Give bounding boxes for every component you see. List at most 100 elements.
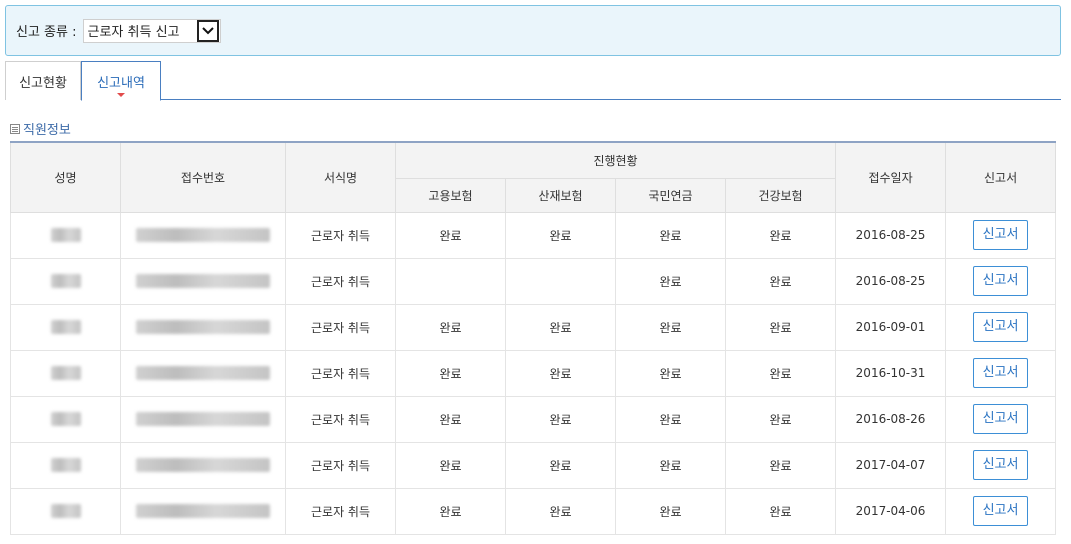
cell-report: 신고서 [945,211,1057,259]
cell-receipt-date: 2017-04-06 [835,487,947,535]
redacted-receipt-no [136,366,270,381]
list-icon [10,123,20,134]
cell-name [10,303,121,351]
cell-report: 신고서 [945,395,1057,443]
table-row: 근로자 취득 완료 완료 2016-08-25 신고서 [10,257,1057,305]
cell-report: 신고서 [945,349,1057,397]
report-button[interactable]: 신고서 [973,358,1029,388]
tab-label: 신고현황 [19,75,67,91]
cell-receipt-date: 2016-08-25 [835,211,947,259]
table-row: 근로자 취득 완료 완료 완료 완료 2016-10-31 신고서 [10,349,1057,397]
cell-form-name: 근로자 취득 [285,349,396,397]
cell-receipt-no [120,395,286,443]
cell-pension: 완료 [615,257,726,305]
header-health-insurance: 건강보험 [724,177,837,213]
cell-receipt-no [120,487,286,535]
cell-name [10,395,121,443]
report-button[interactable]: 신고서 [973,450,1029,480]
header-form-name: 서식명 [285,141,396,213]
tab-label: 신고내역 [97,75,145,91]
report-type-value: 근로자 취득 신고 [87,25,180,40]
cell-health: 완료 [724,349,837,397]
cell-report: 신고서 [945,487,1057,535]
section-title: 직원정보 [10,119,71,138]
cell-health: 완료 [724,395,837,443]
report-button[interactable]: 신고서 [973,266,1029,296]
cell-receipt-date: 2017-04-07 [835,441,947,489]
redacted-receipt-no [136,320,270,335]
header-progress: 진행현황 [394,141,837,179]
cell-receipt-no [120,441,286,489]
redacted-name [50,504,81,519]
header-name: 성명 [10,141,121,213]
filter-panel: 신고 종류 : 근로자 취득 신고 [5,5,1061,56]
cell-industrial [505,257,616,305]
cell-report: 신고서 [945,303,1057,351]
cell-receipt-no [120,257,286,305]
report-button[interactable]: 신고서 [973,404,1029,434]
chevron-down-icon[interactable] [196,19,219,42]
cell-pension: 완료 [615,349,726,397]
report-type-select[interactable]: 근로자 취득 신고 [82,18,221,43]
employee-table: 성명 접수번호 서식명 진행현황 접수일자 신고서 고용보험 산재보험 국민연금… [10,141,1057,535]
cell-form-name: 근로자 취득 [285,211,396,259]
cell-receipt-date: 2016-09-01 [835,303,947,351]
table-row: 근로자 취득 완료 완료 완료 완료 2016-08-26 신고서 [10,395,1057,443]
redacted-receipt-no [136,412,270,427]
cell-industrial: 완료 [505,395,616,443]
redacted-name [50,458,81,473]
cell-receipt-date: 2016-08-25 [835,257,947,305]
report-button[interactable]: 신고서 [973,312,1029,342]
cell-industrial: 완료 [505,487,616,535]
cell-employment: 완료 [395,395,506,443]
cell-receipt-no [120,211,286,259]
cell-name [10,441,121,489]
cell-health: 완료 [724,211,837,259]
cell-pension: 완료 [615,395,726,443]
cell-employment: 완료 [395,211,506,259]
redacted-name [50,320,81,335]
cell-form-name: 근로자 취득 [285,257,396,305]
cell-employment: 완료 [395,349,506,397]
redacted-name [50,412,81,427]
table-row: 근로자 취득 완료 완료 완료 완료 2017-04-07 신고서 [10,441,1057,489]
redacted-receipt-no [136,504,270,519]
cell-pension: 완료 [615,211,726,259]
cell-form-name: 근로자 취득 [285,395,396,443]
header-report: 신고서 [945,141,1057,213]
cell-industrial: 완료 [505,441,616,489]
cell-pension: 완료 [615,441,726,489]
cell-health: 완료 [724,303,837,351]
redacted-name [50,228,81,243]
cell-report: 신고서 [945,441,1057,489]
report-button[interactable]: 신고서 [973,496,1029,526]
header-national-pension: 국민연금 [615,177,726,213]
cell-receipt-no [120,349,286,397]
redacted-name [50,366,81,381]
tab-report-status[interactable]: 신고현황 [5,61,81,100]
cell-health: 완료 [724,487,837,535]
cell-name [10,487,121,535]
cell-pension: 완료 [615,303,726,351]
redacted-name [50,274,81,289]
tab-report-history[interactable]: 신고내역 [81,61,161,101]
cell-receipt-no [120,303,286,351]
tab-bar: 신고현황 신고내역 [5,61,1061,101]
cell-receipt-date: 2016-08-26 [835,395,947,443]
table-row: 근로자 취득 완료 완료 완료 완료 2017-04-06 신고서 [10,487,1057,535]
cell-receipt-date: 2016-10-31 [835,349,947,397]
report-type-label: 신고 종류 : [16,25,77,40]
cell-form-name: 근로자 취득 [285,441,396,489]
cell-industrial: 완료 [505,211,616,259]
cell-pension: 완료 [615,487,726,535]
header-receipt-no: 접수번호 [120,141,286,213]
cell-industrial: 완료 [505,349,616,397]
redacted-receipt-no [136,274,270,289]
header-receipt-date: 접수일자 [835,141,947,213]
header-employment-insurance: 고용보험 [395,177,506,213]
cell-name [10,211,121,259]
cell-employment [395,257,506,305]
header-industrial-insurance: 산재보험 [505,177,616,213]
report-button[interactable]: 신고서 [973,220,1029,250]
cell-form-name: 근로자 취득 [285,303,396,351]
